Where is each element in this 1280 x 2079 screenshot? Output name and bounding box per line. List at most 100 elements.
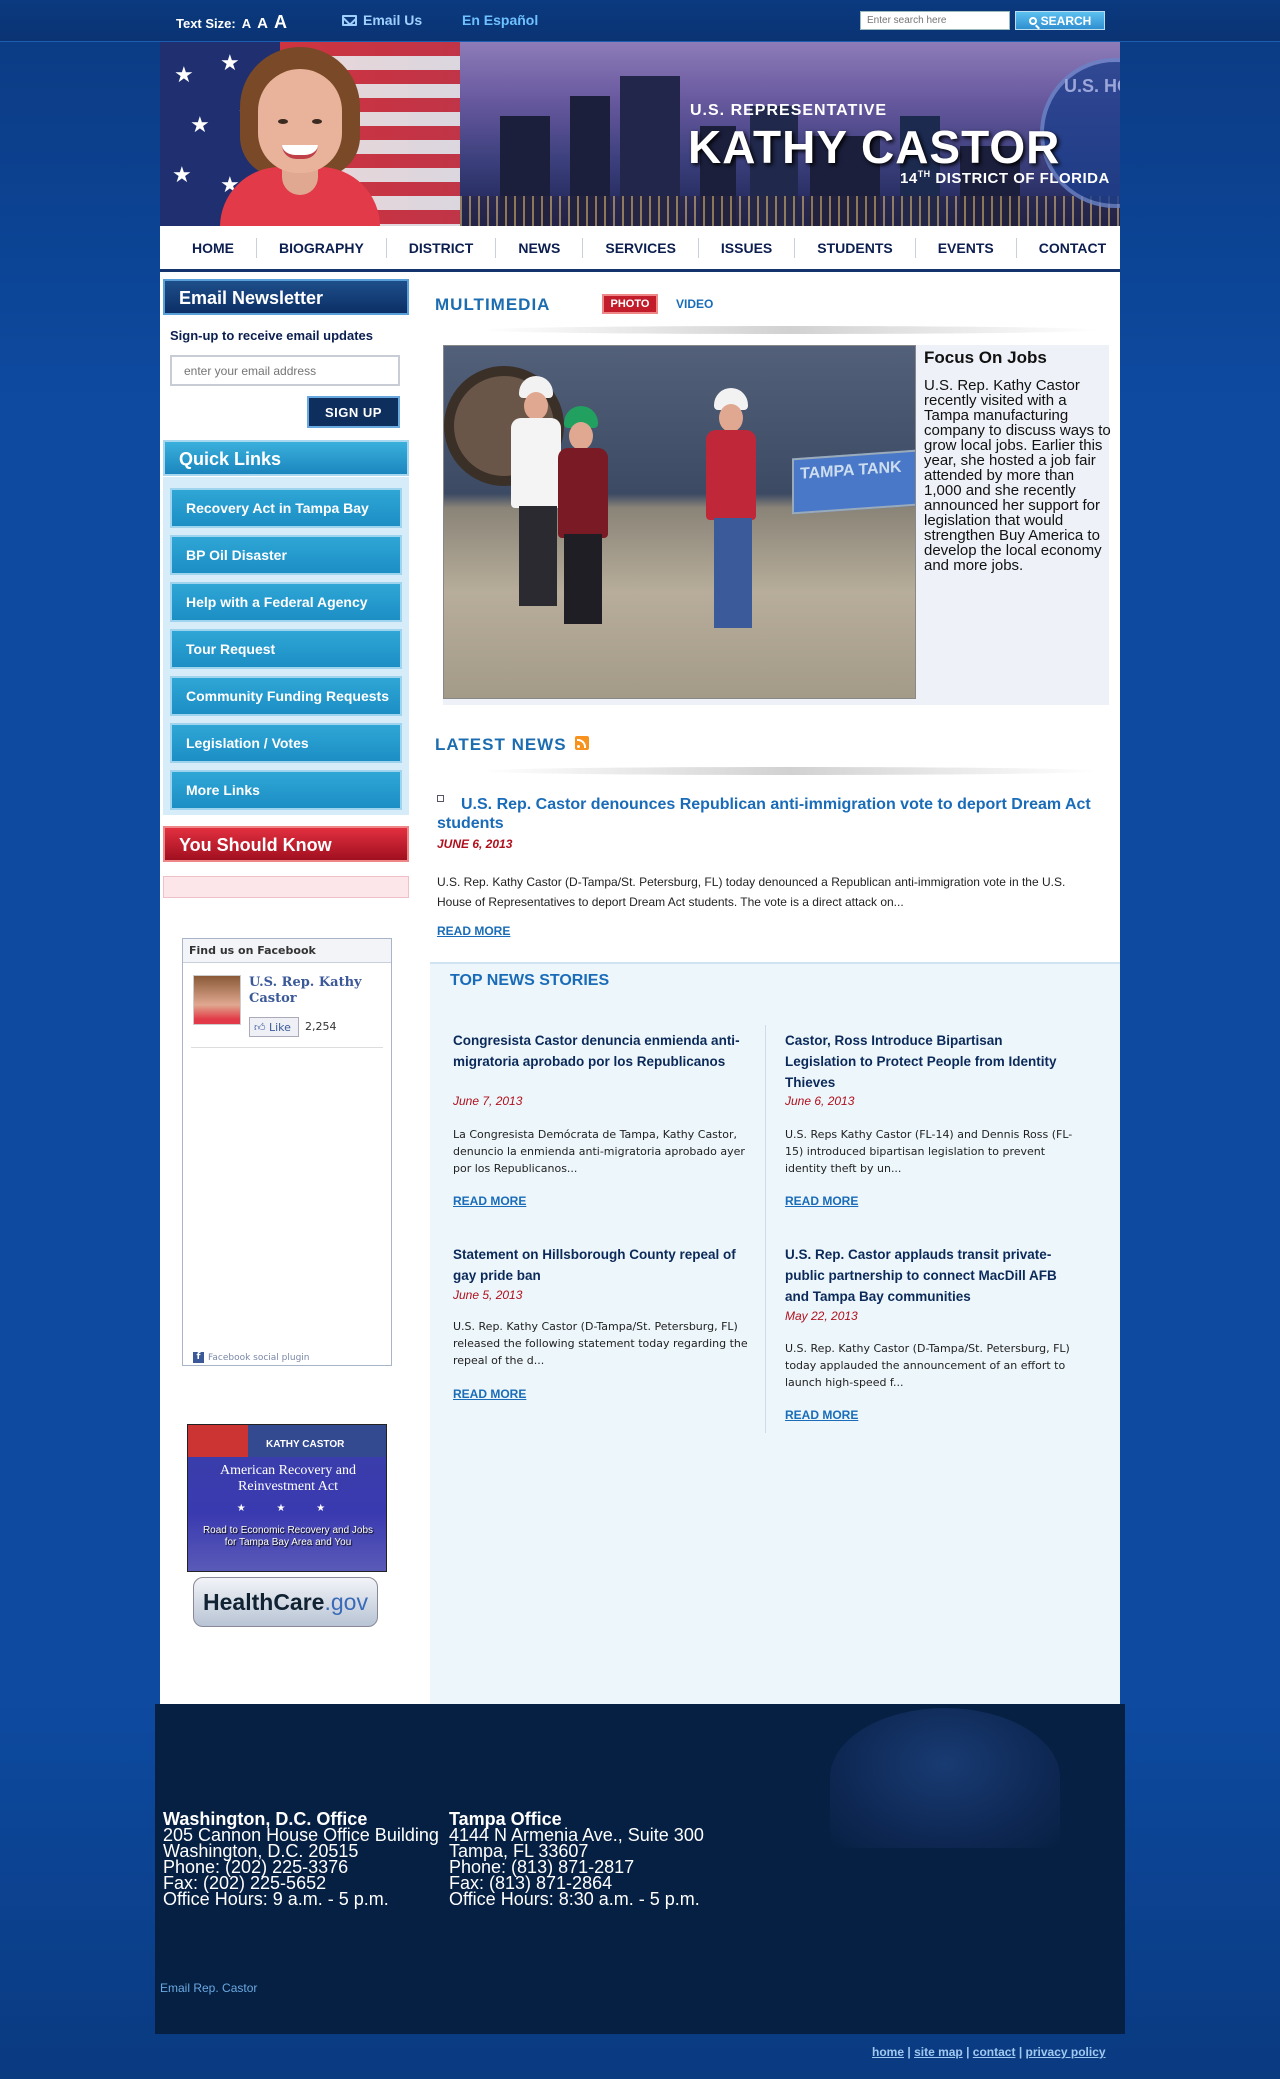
- tab-video[interactable]: VIDEO: [676, 297, 713, 311]
- quick-link-bp-oil[interactable]: BP Oil Disaster: [170, 535, 402, 575]
- story-date: June 7, 2013: [453, 1094, 523, 1108]
- facebook-avatar[interactable]: [193, 975, 241, 1025]
- story-body: U.S. Rep. Kathy Castor (D-Tampa/St. Pete…: [785, 1342, 1070, 1389]
- text-size-control: Text Size: A A A: [176, 12, 287, 33]
- district-text: DISTRICT OF FLORIDA: [935, 170, 1110, 187]
- facebook-icon: f: [193, 1352, 204, 1363]
- quick-link-federal-agency[interactable]: Help with a Federal Agency: [170, 582, 402, 622]
- latest-news-heading: LATEST NEWS: [435, 735, 567, 754]
- top-news-heading: TOP NEWS STORIES: [450, 972, 610, 989]
- story-date: June 5, 2013: [453, 1288, 523, 1302]
- story-read-more[interactable]: READ MORE: [785, 1408, 858, 1422]
- footer-link-home[interactable]: home: [872, 2045, 904, 2059]
- story-title[interactable]: Castor, Ross Introduce Bipartisan Legisl…: [785, 1030, 1075, 1093]
- nav-students[interactable]: STUDENTS: [795, 237, 916, 258]
- feature-body: U.S. Rep. Kathy Castor recently visited …: [924, 377, 1111, 574]
- facebook-like-button[interactable]: 👍︎ Like: [249, 1017, 299, 1037]
- text-size-small-button[interactable]: A: [242, 16, 251, 31]
- text-size-medium-button[interactable]: A: [257, 15, 268, 32]
- text-size-large-button[interactable]: A: [274, 12, 287, 33]
- facebook-plugin-label: Facebook social plugin: [208, 1352, 310, 1363]
- section-shadow: [480, 767, 1100, 775]
- facebook-plugin-footer[interactable]: f Facebook social plugin: [193, 1352, 310, 1363]
- search-input[interactable]: [860, 11, 1010, 30]
- story-read-more[interactable]: READ MORE: [453, 1194, 526, 1208]
- footer-links: home | site map | contact | privacy poli…: [872, 2045, 1106, 2059]
- facebook-divider: [191, 1047, 383, 1048]
- search-icon: [1028, 16, 1037, 25]
- email-us-label: Email Us: [363, 12, 423, 28]
- latest-news-body: U.S. Rep. Kathy Castor (D-Tampa/St. Pete…: [437, 875, 1066, 909]
- story-body: La Congresista Demócrata de Tampa, Kathy…: [453, 1128, 745, 1175]
- footer-link-contact[interactable]: contact: [973, 2045, 1016, 2059]
- you-should-know-panel: [163, 876, 409, 898]
- seal-text: U.S. HO: [1064, 76, 1120, 96]
- espanol-link[interactable]: En Español: [462, 12, 538, 28]
- text-size-label: Text Size:: [176, 16, 236, 31]
- feature-photo[interactable]: TAMPA TANK: [443, 345, 916, 699]
- tab-photo[interactable]: PHOTO: [602, 294, 658, 314]
- facebook-like-count: 2,254: [305, 1020, 337, 1033]
- district-number: 14: [900, 170, 918, 187]
- you-should-know-heading: You Should Know: [163, 826, 409, 862]
- nav-issues[interactable]: ISSUES: [699, 237, 796, 258]
- tampa-office-hours: Office Hours: 8:30 a.m. - 5 p.m.: [449, 1889, 700, 1909]
- newsletter-description: Sign-up to receive email updates: [170, 328, 373, 343]
- newsletter-email-input[interactable]: [170, 355, 400, 386]
- latest-news-date: JUNE 6, 2013: [437, 837, 513, 851]
- email-rep-link[interactable]: Email Rep. Castor: [160, 1981, 257, 1995]
- envelope-icon: [342, 14, 357, 26]
- rss-icon[interactable]: [575, 736, 589, 750]
- story-title[interactable]: Statement on Hillsborough County repeal …: [453, 1244, 743, 1286]
- facebook-widget: Find us on Facebook U.S. Rep. Kathy Cast…: [182, 938, 392, 1366]
- search-button-label: SEARCH: [1040, 13, 1092, 28]
- feature-title: Focus On Jobs: [924, 348, 1047, 367]
- section-shadow: [480, 326, 1100, 334]
- footer-link-site-map[interactable]: site map: [914, 2045, 963, 2059]
- nav-events[interactable]: EVENTS: [916, 237, 1017, 258]
- quick-link-community-funding[interactable]: Community Funding Requests: [170, 676, 402, 716]
- nav-biography[interactable]: BIOGRAPHY: [257, 237, 387, 258]
- quick-link-legislation[interactable]: Legislation / Votes: [170, 723, 402, 763]
- signup-button[interactable]: SIGN UP: [307, 396, 400, 428]
- quick-link-recovery-act[interactable]: Recovery Act in Tampa Bay: [170, 488, 402, 528]
- search-button[interactable]: SEARCH: [1015, 11, 1105, 30]
- florida-seal-graphic: [830, 1708, 1060, 1848]
- recovery-act-banner[interactable]: KATHY CASTOR American Recovery and Reinv…: [187, 1424, 387, 1572]
- latest-news-read-more[interactable]: READ MORE: [437, 924, 510, 938]
- footer-link-privacy-policy[interactable]: privacy policy: [1026, 2045, 1106, 2059]
- story-date: June 6, 2013: [785, 1094, 855, 1108]
- nav-news[interactable]: NEWS: [496, 237, 584, 258]
- newsletter-heading: Email Newsletter: [163, 279, 409, 315]
- nav-district[interactable]: DISTRICT: [387, 237, 497, 258]
- story-body: U.S. Reps Kathy Castor (FL-14) and Denni…: [785, 1128, 1073, 1175]
- photo-sign: TAMPA TANK: [792, 449, 915, 515]
- thumbs-up-icon: 👍︎: [254, 1021, 266, 1034]
- recovery-banner-stars: ★ ★ ★: [236, 1503, 340, 1514]
- email-us-link[interactable]: Email Us: [342, 12, 422, 28]
- story-read-more[interactable]: READ MORE: [785, 1194, 858, 1208]
- nav-contact[interactable]: CONTACT: [1017, 238, 1128, 258]
- main-nav: HOME BIOGRAPHY DISTRICT NEWS SERVICES IS…: [160, 226, 1120, 272]
- quick-link-more[interactable]: More Links: [170, 770, 402, 810]
- representative-portrait: [220, 47, 380, 226]
- city-lights: [460, 196, 1120, 226]
- dc-office-block: Washington, D.C. Office 205 Cannon House…: [163, 1810, 439, 1908]
- quick-links-heading: Quick Links: [163, 440, 409, 476]
- footer-separator: |: [1018, 2045, 1023, 2059]
- healthcare-gov-link[interactable]: HealthCare .gov: [193, 1577, 378, 1627]
- footer-separator: |: [907, 2045, 911, 2059]
- banner-subtitle: U.S. REPRESENTATIVE: [690, 102, 888, 119]
- story-read-more[interactable]: READ MORE: [453, 1387, 526, 1401]
- footer-separator: |: [966, 2045, 970, 2059]
- latest-news-headline[interactable]: U.S. Rep. Castor denounces Republican an…: [437, 795, 1097, 833]
- nav-services[interactable]: SERVICES: [583, 237, 699, 258]
- facebook-page-name[interactable]: U.S. Rep. Kathy Castor: [249, 975, 379, 1007]
- nav-home[interactable]: HOME: [170, 237, 257, 258]
- quick-link-tour-request[interactable]: Tour Request: [170, 629, 402, 669]
- story-body: U.S. Rep. Kathy Castor (D-Tampa/St. Pete…: [453, 1320, 748, 1367]
- recovery-banner-subtitle: Road to Economic Recovery and Jobs for T…: [202, 1525, 374, 1548]
- recovery-banner-name: KATHY CASTOR: [266, 1439, 345, 1450]
- story-title[interactable]: U.S. Rep. Castor applauds transit privat…: [785, 1244, 1075, 1307]
- story-title[interactable]: Congresista Castor denuncia enmienda ant…: [453, 1030, 743, 1072]
